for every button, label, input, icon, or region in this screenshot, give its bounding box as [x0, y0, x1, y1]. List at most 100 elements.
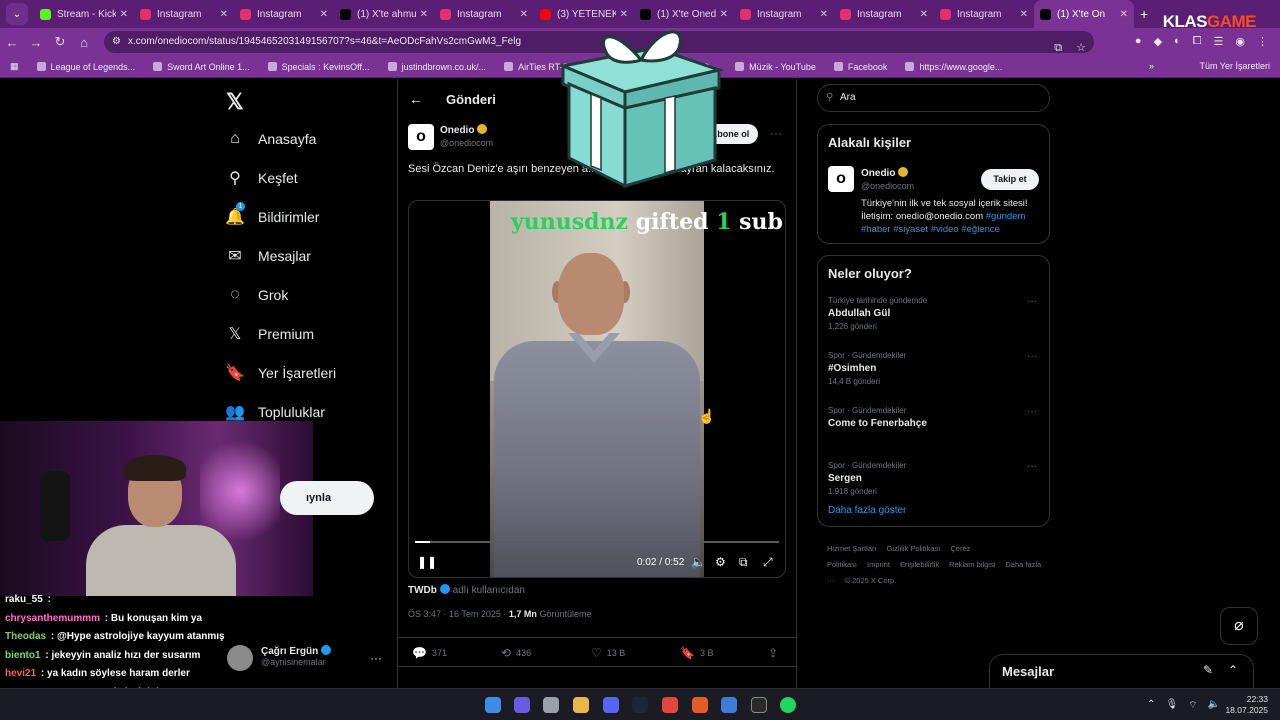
extension-icon[interactable]: ◐ [1174, 35, 1181, 48]
reading-list-icon[interactable]: ☰ [1214, 35, 1224, 48]
browser-tab[interactable]: Instagram ✕ [834, 0, 934, 28]
messages-drawer[interactable]: Mesajlar ✎ ⌃ [989, 654, 1254, 688]
profile-switcher[interactable]: Çağrı Ergün @aynisinemalar ··· [225, 641, 390, 677]
forward-icon[interactable]: → [24, 35, 48, 50]
trend-item[interactable]: Türkiye tarihinde gündemde Abdullah Gül 1.… [828, 296, 1043, 331]
site-info-icon[interactable]: ⚙ [112, 31, 121, 53]
bookmark-item[interactable]: League of Legends... [36, 62, 135, 72]
footer-link[interactable]: Gizlilik Politikası [887, 544, 941, 553]
store-icon[interactable] [543, 697, 559, 713]
browser-tab[interactable]: Instagram ✕ [134, 0, 234, 28]
fullscreen-icon[interactable]: ⤢ [763, 555, 773, 570]
close-tab-icon[interactable]: ✕ [820, 9, 828, 20]
close-tab-icon[interactable]: ✕ [120, 9, 128, 20]
browser-tab[interactable]: Instagram ✕ [434, 0, 534, 28]
reply-button[interactable]: 💬 371 [412, 646, 447, 660]
trend-item[interactable]: Spor · Gündemdekiler #Osimhen 14,4 B gönde… [828, 351, 1043, 386]
author-handle[interactable]: @onediocom [440, 138, 493, 148]
browser-tab[interactable]: Instagram ✕ [734, 0, 834, 28]
nav-item[interactable]: 🔖 Yer İşaretleri [220, 361, 336, 385]
steam-icon[interactable] [632, 697, 648, 713]
volume-icon[interactable]: 🔈 [691, 555, 706, 569]
profile-more-icon[interactable]: ··· [370, 651, 382, 665]
like-button[interactable]: ♡ 13 B [591, 646, 625, 660]
footer-link[interactable]: Erişilebilirlik [900, 560, 939, 569]
relevant-name[interactable]: Onedio [861, 167, 909, 179]
speaker-icon[interactable]: 🔈 [1208, 699, 1220, 712]
nav-item[interactable]: ✉ Mesajlar [220, 244, 311, 268]
new-message-icon[interactable]: ✎ [1203, 663, 1213, 677]
close-tab-icon[interactable]: ✕ [220, 9, 228, 20]
bookmark-item[interactable]: Sword Art Online 1... [153, 62, 250, 72]
show-more-link[interactable]: Daha fazla göster [828, 505, 906, 516]
extension-icon[interactable]: ● [1135, 35, 1142, 48]
puzzle-icon[interactable]: ⧠ [1193, 35, 1202, 48]
repost-button[interactable]: ⟲ 436 [501, 646, 531, 660]
footer-link[interactable]: © 2025 X Corp. [845, 576, 897, 585]
nav-item[interactable]: ◌ Grok [220, 283, 288, 307]
new-tab-button[interactable]: + [1140, 6, 1148, 22]
start-icon[interactable] [485, 697, 501, 713]
settings-gear-icon[interactable]: ⚙ [715, 555, 726, 569]
relevant-avatar[interactable]: o [828, 166, 854, 192]
clock[interactable]: 22:33 18.07.2025 [1225, 694, 1268, 716]
close-tab-icon[interactable]: ✕ [920, 9, 928, 20]
trend-more-icon[interactable]: ··· [1027, 461, 1037, 472]
video-progress-bar[interactable] [415, 541, 779, 543]
close-tab-icon[interactable]: ✕ [520, 9, 528, 20]
tab-search-button[interactable]: ⌄ [6, 3, 28, 25]
share-button[interactable]: ⇪ [768, 646, 783, 660]
x-logo-icon[interactable]: 𝕏 [226, 89, 244, 115]
video-player[interactable]: yunusdnz gifted 1 sub(s)! ❚❚ 0:02 / 0:52… [408, 200, 786, 578]
browser-tab[interactable]: (1) X'te On ✕ [1034, 0, 1134, 28]
reload-icon[interactable]: ↻ [48, 34, 72, 50]
more-options-icon[interactable]: ··· [770, 126, 782, 140]
bookmarks-overflow-icon[interactable]: » [1149, 61, 1154, 71]
trend-item[interactable]: Spor · Gündemdekiler Sergen 1.918 gönderi ·… [828, 461, 1043, 496]
footer-link[interactable]: Hizmet Şartları [827, 544, 877, 553]
bookmark-item[interactable]: https://www.google... [905, 62, 1002, 72]
bookmark-item[interactable]: justindbrown.co.uk/... [387, 62, 486, 72]
close-tab-icon[interactable]: ✕ [320, 9, 328, 20]
author-avatar[interactable]: o [408, 124, 434, 150]
browser-tab[interactable]: (1) X'te ahmus ✕ [334, 0, 434, 28]
file-explorer-icon[interactable] [573, 697, 589, 713]
back-icon[interactable]: ← [0, 35, 24, 50]
spotify-icon[interactable] [780, 697, 796, 713]
close-tab-icon[interactable]: ✕ [1020, 9, 1028, 20]
nav-item[interactable]: 🔔 Bildirimler 1 [220, 202, 319, 229]
close-tab-icon[interactable]: ✕ [420, 9, 428, 20]
pip-icon[interactable]: ⧉ [739, 555, 748, 570]
pause-icon[interactable]: ❚❚ [417, 555, 437, 569]
extension-icon[interactable]: ◆ [1154, 35, 1162, 48]
author-name[interactable]: Onedio [440, 124, 488, 136]
browser-tab[interactable]: Stream - Kick ✕ [34, 0, 134, 28]
trend-more-icon[interactable]: ··· [1027, 296, 1037, 307]
post-button[interactable]: ıynla [280, 481, 374, 515]
trend-more-icon[interactable]: ··· [1027, 351, 1037, 362]
post-time[interactable]: ÖS 3:47 · 16 Tem 2025 · [408, 609, 506, 619]
app-icon[interactable] [721, 697, 737, 713]
bookmark-item[interactable]: Specials : KevinsOff... [267, 62, 370, 72]
chrome-icon[interactable] [662, 697, 678, 713]
wifi-icon[interactable]: ⌔ [1188, 699, 1197, 712]
nav-item[interactable]: 𝕏 Premium [220, 322, 314, 346]
copilot-icon[interactable] [514, 697, 530, 713]
expand-chevron-icon[interactable]: ⌃ [1228, 663, 1238, 677]
mic-icon[interactable]: 🎙 [1165, 699, 1178, 712]
nav-item[interactable]: ⚲ Keşfet [220, 166, 298, 190]
browser-tab[interactable]: Instagram ✕ [934, 0, 1034, 28]
app-icon[interactable] [751, 697, 767, 713]
menu-dots-icon[interactable]: ⋮ [1257, 35, 1268, 48]
discord-icon[interactable] [603, 697, 619, 713]
trend-more-icon[interactable]: ··· [1027, 406, 1037, 417]
follow-button[interactable]: Takip et [981, 169, 1039, 190]
grok-button-icon[interactable]: ⌀ [1220, 607, 1258, 645]
bookmark-item[interactable]: Facebook [833, 62, 887, 72]
footer-link[interactable]: Reklam bilgisi [949, 560, 995, 569]
back-arrow-icon[interactable]: ← [398, 91, 434, 107]
all-bookmarks[interactable]: Tüm Yer İşaretleri [1199, 61, 1270, 71]
profile-avatar-icon[interactable]: ◉ [1235, 35, 1245, 48]
close-tab-icon[interactable]: ✕ [1120, 9, 1128, 20]
bookmark-button[interactable]: 🔖 3 B [680, 646, 713, 660]
